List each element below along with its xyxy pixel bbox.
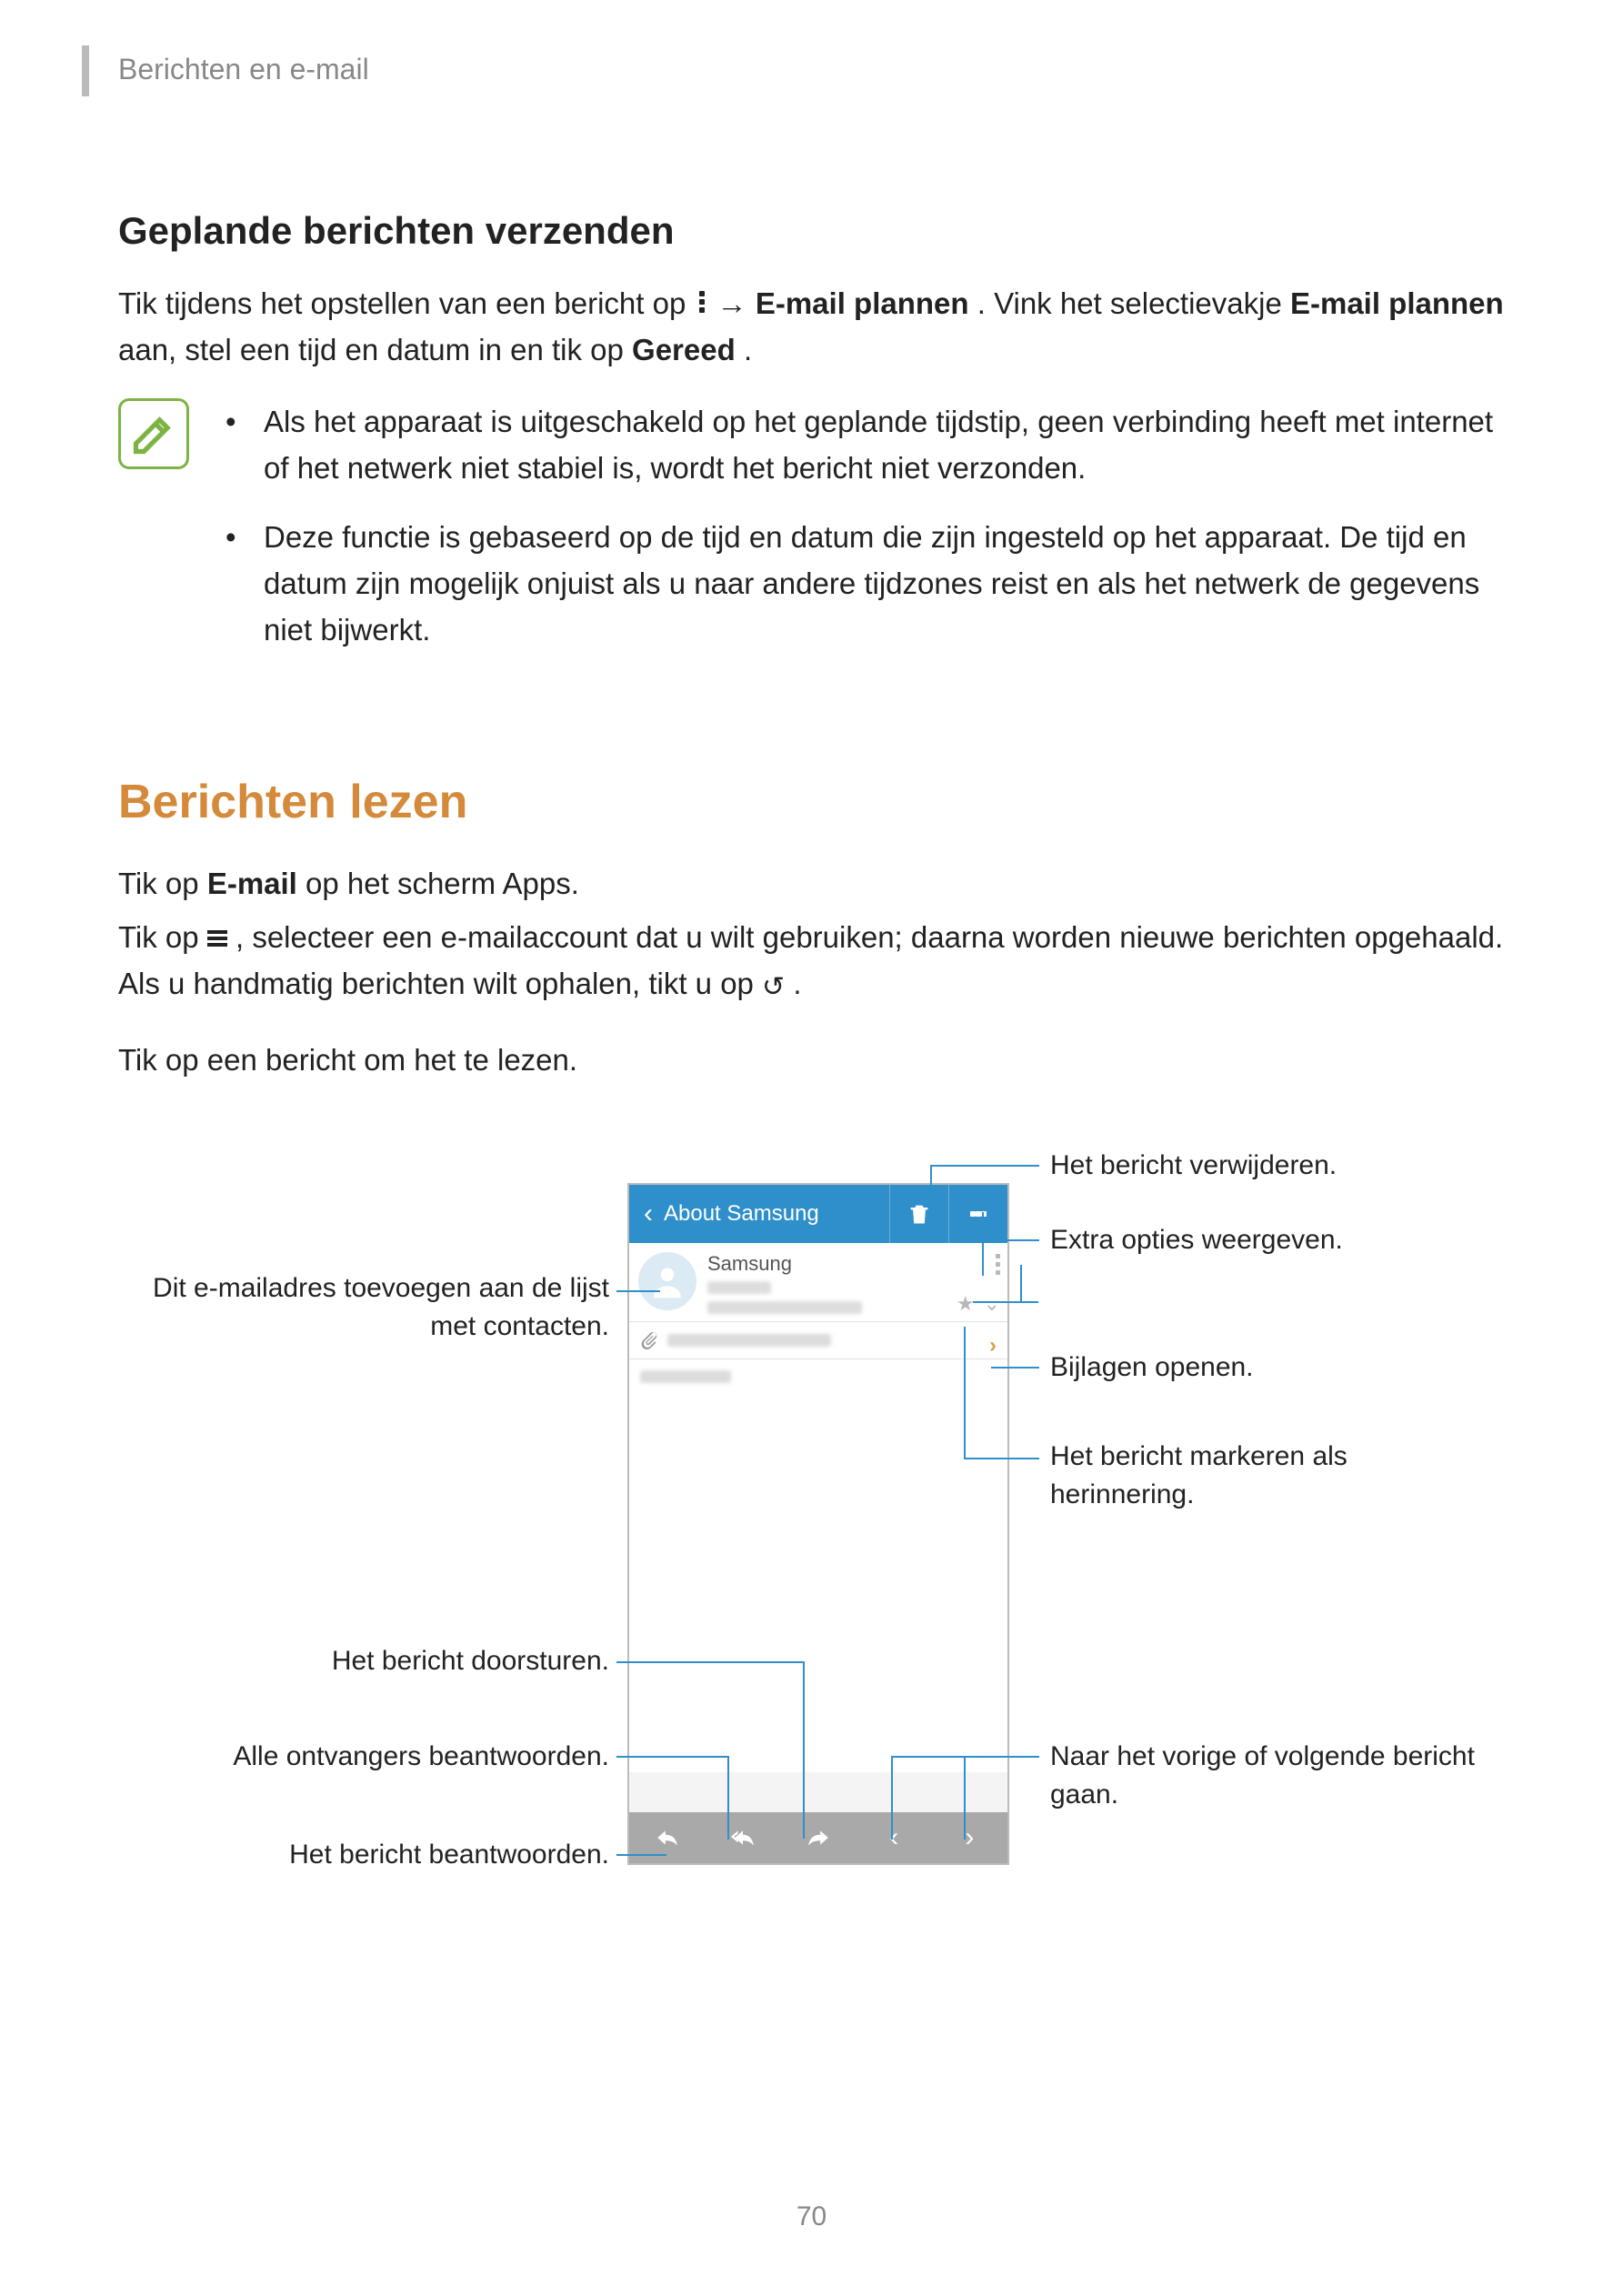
row-more-button[interactable] bbox=[996, 1250, 1000, 1278]
bottom-toolbar: ‹ › bbox=[629, 1812, 1007, 1863]
leader-line bbox=[727, 1756, 729, 1840]
expand-icon[interactable]: ⌄ bbox=[984, 1292, 1000, 1316]
text: aan, stel een tijd en datum in en tik op bbox=[118, 333, 632, 366]
text: → bbox=[717, 286, 756, 320]
running-header: Berichten en e-mail bbox=[118, 53, 369, 86]
leader-line bbox=[616, 1756, 727, 1758]
menu-icon bbox=[207, 927, 227, 949]
delete-button[interactable] bbox=[889, 1185, 948, 1243]
heading-geplande: Geplande berichten verzenden bbox=[118, 209, 1505, 253]
note-icon bbox=[118, 398, 189, 469]
callout-reminder: Het bericht markeren als herinnering. bbox=[1050, 1438, 1441, 1514]
person-icon bbox=[647, 1261, 687, 1301]
leader-line bbox=[930, 1165, 932, 1212]
forward-icon bbox=[806, 1826, 830, 1850]
reply-all-button[interactable] bbox=[705, 1812, 780, 1863]
text: Tik op bbox=[118, 920, 207, 954]
sender-row: Samsung ★ ⌄ bbox=[629, 1243, 1007, 1322]
header-rule bbox=[82, 45, 89, 96]
callout-delete: Het bericht verwijderen. bbox=[1050, 1147, 1337, 1185]
section2-p1: Tik op E-mail op het scherm Apps. bbox=[118, 860, 1505, 907]
leader-line bbox=[616, 1661, 803, 1663]
note-list: Als het apparaat is uitgeschakeld op het… bbox=[225, 398, 1505, 675]
callout-openattach: Bijlagen openen. bbox=[1050, 1349, 1254, 1387]
text: Tik tijdens het opstellen van een berich… bbox=[118, 286, 695, 320]
titlebar: ‹ About Samsung bbox=[629, 1185, 1007, 1243]
leader-line bbox=[973, 1301, 1038, 1303]
refresh-icon: ↻ bbox=[762, 967, 785, 1009]
leader-line bbox=[1020, 1265, 1022, 1303]
sender-name: Samsung bbox=[707, 1252, 998, 1276]
sender-info: Samsung bbox=[707, 1252, 998, 1314]
leader-line bbox=[982, 1212, 984, 1276]
page-number: 70 bbox=[0, 2201, 1623, 2232]
more-button[interactable] bbox=[948, 1185, 1007, 1243]
section2-p2: Tik op , selecteer een e-mailaccount dat… bbox=[118, 914, 1505, 1009]
leader-line bbox=[803, 1661, 805, 1839]
text-bold: E-mail plannen bbox=[756, 286, 969, 320]
leader-line bbox=[964, 1458, 1039, 1459]
avatar[interactable] bbox=[638, 1252, 696, 1310]
prev-button[interactable]: ‹ bbox=[857, 1812, 932, 1863]
callout-prevnext: Naar het vorige of volgende bericht gaan… bbox=[1050, 1738, 1505, 1814]
chevron-right-icon: › bbox=[965, 1822, 974, 1853]
leader-line bbox=[991, 1367, 1039, 1369]
star-icon[interactable]: ★ bbox=[957, 1292, 975, 1316]
callout-replyall: Alle ontvangers beantwoorden. bbox=[118, 1738, 609, 1776]
text: Tik op bbox=[118, 867, 207, 900]
callout-addcontact: Dit e-mailadres toevoegen aan de lijst m… bbox=[118, 1269, 609, 1346]
note-item: Als het apparaat is uitgeschakeld op het… bbox=[225, 398, 1505, 491]
blur-text bbox=[667, 1334, 831, 1347]
text: . Vink het selectievakje bbox=[977, 286, 1290, 320]
leader-line bbox=[964, 1756, 966, 1840]
leader-line bbox=[982, 1239, 1039, 1241]
heading-berichten-lezen: Berichten lezen bbox=[118, 775, 1505, 829]
blur-text bbox=[707, 1281, 771, 1294]
forward-button[interactable] bbox=[780, 1812, 856, 1863]
text: . bbox=[744, 333, 752, 366]
paperclip-icon bbox=[640, 1331, 658, 1349]
note-block: Als het apparaat is uitgeschakeld op het… bbox=[118, 398, 1505, 675]
section1-paragraph: Tik tijdens het opstellen van een berich… bbox=[118, 280, 1505, 373]
message-body bbox=[629, 1359, 1007, 1772]
callout-reply: Het bericht beantwoorden. bbox=[118, 1836, 609, 1874]
leader-line bbox=[964, 1327, 966, 1459]
callout-extra: Extra opties weergeven. bbox=[1050, 1221, 1343, 1259]
text: , selecteer een e-mailaccount dat u wilt… bbox=[118, 920, 1503, 1000]
reply-icon bbox=[656, 1826, 679, 1850]
leader-line bbox=[891, 1756, 893, 1840]
reply-all-icon bbox=[731, 1826, 755, 1850]
leader-line bbox=[616, 1290, 660, 1292]
callout-forward: Het bericht doorsturen. bbox=[118, 1642, 609, 1680]
text: op het scherm Apps. bbox=[306, 867, 579, 900]
text-bold: E-mail bbox=[207, 867, 297, 900]
next-button[interactable]: › bbox=[932, 1812, 1007, 1863]
attachment-row: › bbox=[629, 1322, 1007, 1359]
section2-p3: Tik op een bericht om het te lezen. bbox=[118, 1037, 1505, 1083]
blur-text bbox=[707, 1301, 862, 1314]
trash-icon bbox=[907, 1201, 932, 1227]
open-attachment-button[interactable]: › bbox=[989, 1333, 997, 1359]
titlebar-title: About Samsung bbox=[664, 1201, 889, 1227]
back-icon[interactable]: ‹ bbox=[629, 1198, 664, 1229]
more-icon bbox=[695, 288, 709, 316]
text-bold: Gereed bbox=[632, 333, 736, 366]
text-bold: E-mail plannen bbox=[1290, 286, 1504, 320]
leader-line bbox=[616, 1854, 666, 1856]
text: . bbox=[793, 967, 801, 1000]
blur-text bbox=[640, 1370, 731, 1383]
phone-mock: ‹ About Samsung Samsung bbox=[627, 1183, 1009, 1865]
note-item: Deze functie is gebaseerd op de tijd en … bbox=[225, 514, 1505, 653]
leader-line bbox=[930, 1165, 1039, 1167]
figure-email-reader: ‹ About Samsung Samsung bbox=[118, 1138, 1505, 1883]
